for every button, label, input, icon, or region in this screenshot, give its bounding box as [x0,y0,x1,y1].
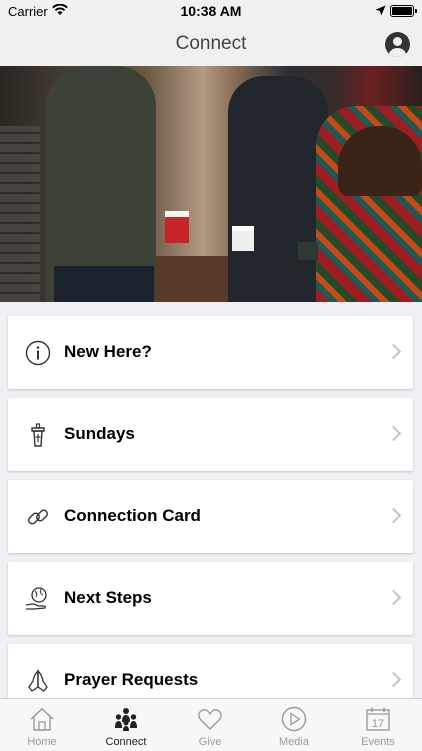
tab-media[interactable]: Media [252,699,336,751]
home-icon [28,705,56,733]
tab-bar: Home Connect Give Media 17 Events [0,698,422,751]
chevron-right-icon [385,507,402,524]
tab-label: Give [198,736,222,748]
calendar-day: 17 [372,718,384,730]
chevron-right-icon [385,671,402,688]
tab-label: Connect [105,736,147,748]
status-time: 10:38 AM [180,3,242,19]
people-icon [112,705,140,733]
battery-icon [390,5,417,17]
menu-item-label: New Here? [64,342,152,361]
tab-give[interactable]: Give [168,699,252,751]
status-bar: Carrier 10:38 AM [0,0,422,22]
tab-label: Events [361,736,395,748]
menu-item-label: Connection Card [64,506,201,525]
pulpit-icon [24,421,52,449]
location-arrow-icon [375,4,386,19]
praying-hands-icon [24,667,52,695]
tab-label: Media [279,736,309,748]
link-icon [24,503,52,531]
tab-connect[interactable]: Connect [84,699,168,751]
profile-icon[interactable] [385,32,410,57]
chevron-right-icon [385,425,402,442]
hero-photo [0,66,422,302]
heart-icon [196,705,224,733]
tab-label: Home [27,736,57,748]
menu-item-label: Sundays [64,424,135,443]
menu-item-label: Next Steps [64,588,152,607]
menu-item-next-steps[interactable]: Next Steps [8,562,413,635]
globe-hand-icon [24,585,52,613]
chevron-right-icon [385,589,402,606]
chevron-right-icon [385,343,402,360]
menu-item-new-here[interactable]: New Here? [8,316,413,389]
calendar-icon: 17 [364,705,392,733]
play-circle-icon [280,705,308,733]
menu-item-connection-card[interactable]: Connection Card [8,480,413,553]
page-title: Connect [175,33,247,54]
info-icon [24,339,52,367]
navigation-bar: Connect [0,22,422,67]
menu-item-sundays[interactable]: Sundays [8,398,413,471]
tab-events[interactable]: 17 Events [336,699,420,751]
tab-home[interactable]: Home [0,699,84,751]
menu-item-label: Prayer Requests [64,670,199,689]
